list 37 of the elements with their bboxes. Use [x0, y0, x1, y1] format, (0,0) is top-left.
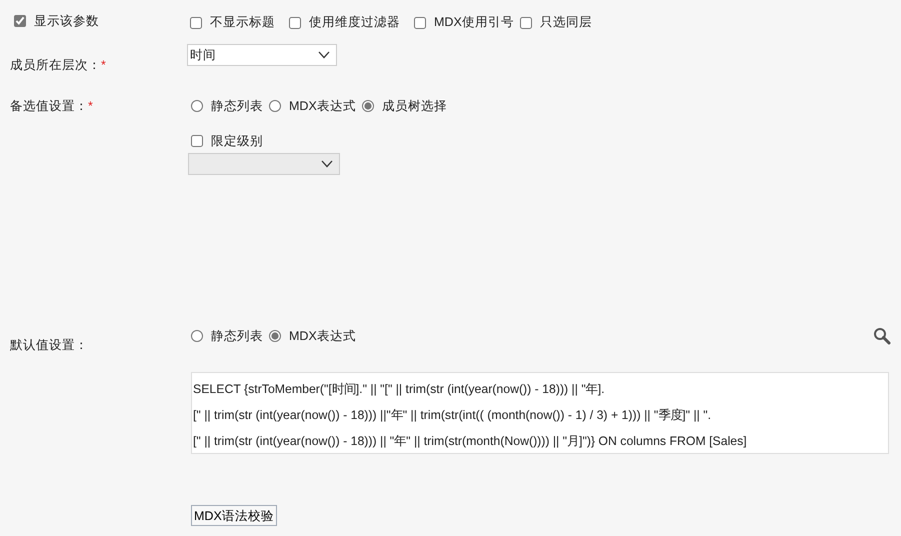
radio-label: 成员树选择: [382, 98, 447, 115]
checkbox-label: 限定级别: [211, 132, 263, 150]
field-label: 成员所在层次：: [10, 58, 101, 72]
radio-button[interactable]: [269, 330, 281, 342]
radio-label: MDX表达式: [289, 328, 356, 345]
required-mark: *: [101, 58, 106, 72]
validate-button[interactable]: MDX语法校验: [191, 504, 277, 526]
level-select[interactable]: 时间: [187, 44, 337, 66]
checkbox-label: 显示该参数: [34, 13, 99, 30]
radio-label: 静态列表: [211, 98, 263, 115]
checkbox[interactable]: [520, 16, 532, 29]
checkbox[interactable]: [289, 16, 301, 29]
checkbox-label: MDX使用引号: [434, 14, 514, 32]
radio-button[interactable]: [362, 100, 374, 112]
checkbox[interactable]: [414, 16, 426, 29]
required-mark: *: [88, 98, 93, 113]
checkbox[interactable]: [191, 135, 203, 147]
caret-icon: [318, 51, 330, 60]
checkbox[interactable]: [14, 15, 26, 28]
radio-label: 静态列表: [211, 328, 263, 345]
field-label: 默认值设置：: [10, 338, 88, 352]
radio-button[interactable]: [191, 100, 203, 112]
select-value: 时间: [190, 46, 216, 64]
checkbox-label: 使用维度过滤器: [309, 14, 400, 32]
expression-line: [" || trim(str (int(year(now()) - 18))) ||"年" || trim(str(int(( (month(now()) - 1) / 3) + 1))) || "季度]" || ".: [193, 406, 712, 424]
checkbox-label: 只选同层: [540, 14, 592, 32]
radio-label: MDX表达式: [289, 98, 356, 115]
expression-line: [" || trim(str (int(year(now()) - 18))) || "年" || trim(str(month(Now()))) || "月]")} ON columns FROM [Sales]: [193, 432, 748, 450]
checkbox[interactable]: [190, 16, 202, 29]
expression-box[interactable]: [191, 372, 889, 454]
search-icon[interactable]: [873, 327, 891, 346]
checkbox-label: 不显示标题: [210, 14, 275, 32]
radio-button[interactable]: [191, 330, 203, 342]
expression-line: SELECT {strToMember("[时间]." || "[" || trim(str (int(year(now()) - 18))) || "年].: [193, 380, 606, 398]
field-label: 备选值设置：: [10, 98, 88, 113]
radio-button[interactable]: [269, 100, 281, 112]
caret-icon: [321, 160, 333, 168]
